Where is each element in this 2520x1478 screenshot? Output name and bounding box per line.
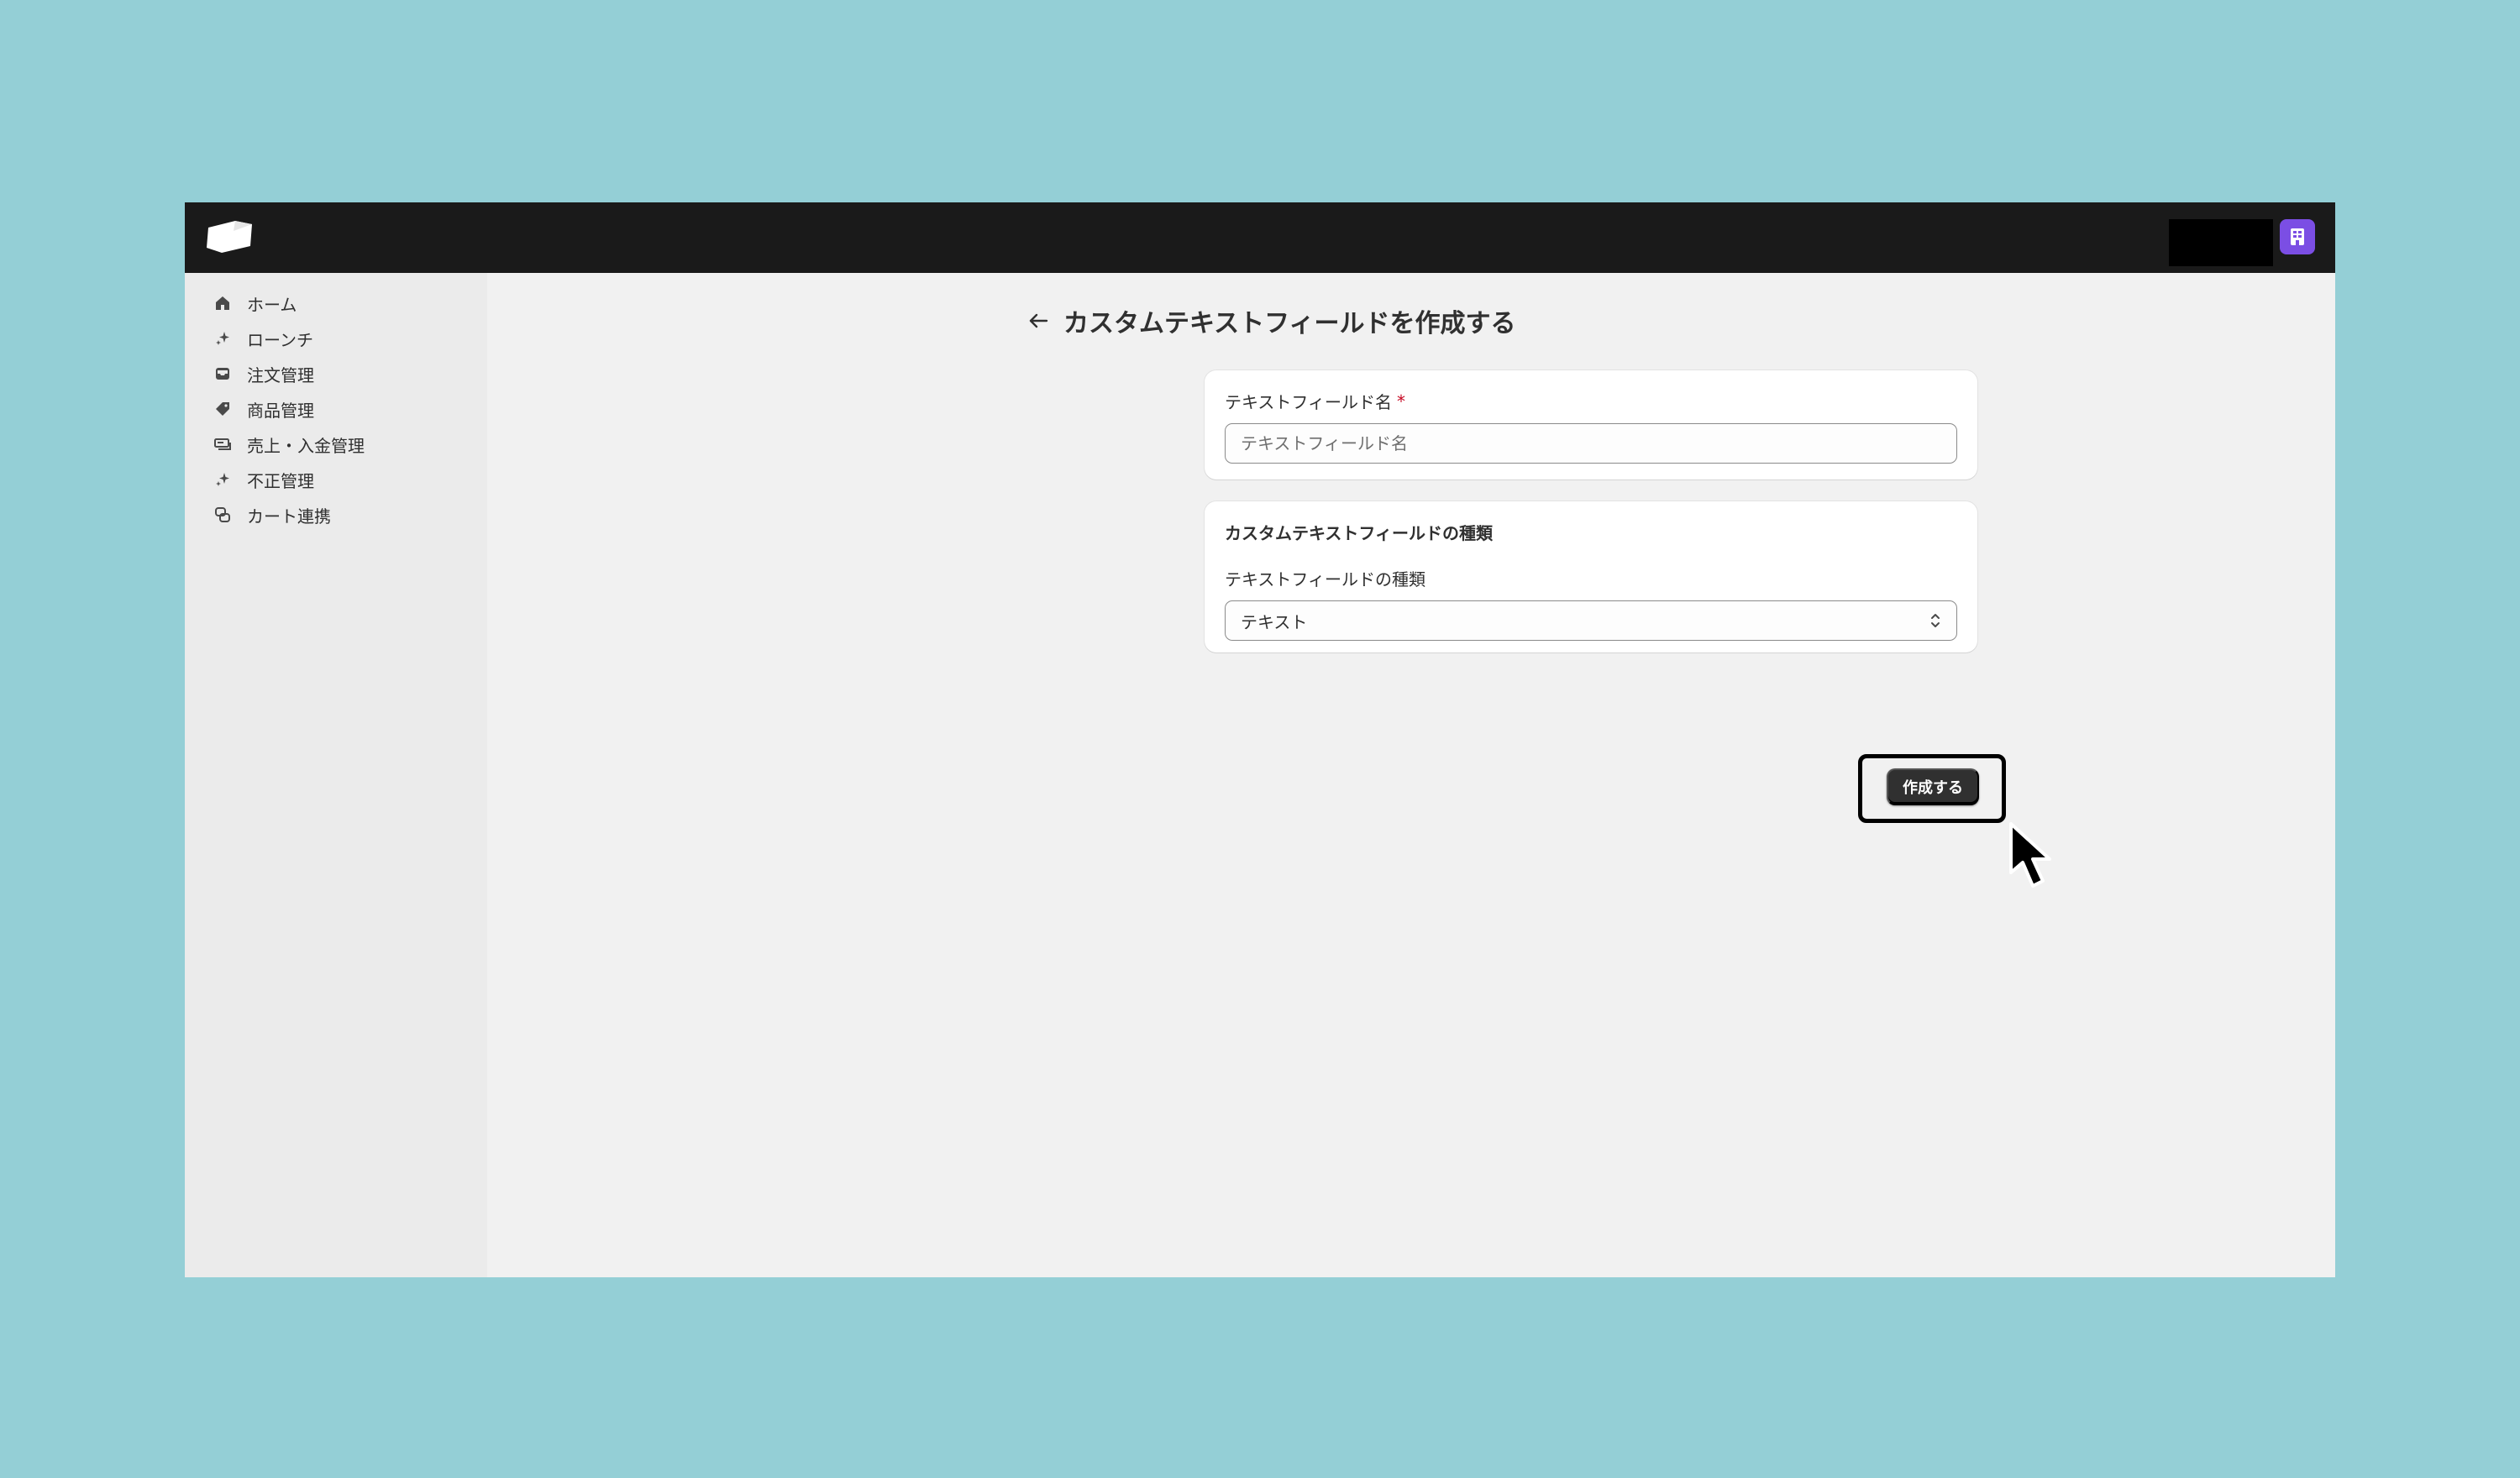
inbox-icon xyxy=(213,364,232,383)
tag-icon xyxy=(213,400,232,418)
page-header: カスタムテキストフィールドを作成する xyxy=(1025,300,1516,342)
required-mark: * xyxy=(1397,390,1405,411)
sidebar-item-sales[interactable]: 売上・入金管理 xyxy=(200,427,472,461)
field-name-input[interactable] xyxy=(1225,423,1957,464)
sidebar-item-label: ローンチ xyxy=(247,329,313,350)
store-avatar[interactable] xyxy=(2280,219,2315,254)
sidebar-item-cart-integration[interactable]: カート連携 xyxy=(200,498,472,532)
sparkle-icon xyxy=(213,329,232,348)
field-type-select[interactable]: テキスト xyxy=(1225,600,1957,641)
sidebar-item-launch[interactable]: ローンチ xyxy=(200,322,472,355)
sidebar-item-fraud[interactable]: 不正管理 xyxy=(200,463,472,496)
app-window: ホーム ローンチ 注文管理 商品管理 売上・入金管理 不正管理 カート連携 カス… xyxy=(185,202,2335,1277)
select-chevron-icon xyxy=(1931,614,1940,627)
sidebar-item-label: 売上・入金管理 xyxy=(247,435,365,456)
top-bar xyxy=(185,202,2335,273)
sidebar-item-label: カート連携 xyxy=(247,506,331,527)
sidebar-item-label: 不正管理 xyxy=(247,470,314,491)
sidebar: ホーム ローンチ 注文管理 商品管理 売上・入金管理 不正管理 カート連携 xyxy=(185,273,487,1277)
field-type-selected-value: テキスト xyxy=(1241,611,1308,632)
sidebar-item-orders[interactable]: 注文管理 xyxy=(200,357,472,390)
main-content: カスタムテキストフィールドを作成する テキストフィールド名 * カスタムテキスト… xyxy=(487,273,2335,1277)
sparkle-icon xyxy=(213,470,232,489)
store-name-redacted[interactable] xyxy=(2169,219,2273,266)
sidebar-item-home[interactable]: ホーム xyxy=(200,286,472,320)
field-name-card: テキストフィールド名 * xyxy=(1205,370,1977,480)
field-name-label: テキストフィールド名 * xyxy=(1225,389,1957,413)
field-type-section-title: カスタムテキストフィールドの種類 xyxy=(1225,523,1493,543)
field-name-label-text: テキストフィールド名 xyxy=(1225,392,1392,412)
back-arrow-icon[interactable] xyxy=(1025,307,1052,334)
sidebar-item-label: 注文管理 xyxy=(247,364,314,385)
field-type-card: カスタムテキストフィールドの種類 テキストフィールドの種類 テキスト xyxy=(1205,501,1977,653)
link-icon xyxy=(213,506,232,524)
money-icon xyxy=(213,435,232,453)
sidebar-item-products[interactable]: 商品管理 xyxy=(200,392,472,426)
building-icon xyxy=(2291,228,2304,245)
shopping-bag-logo[interactable] xyxy=(205,219,255,254)
sidebar-item-label: 商品管理 xyxy=(247,400,314,421)
create-button[interactable]: 作成する xyxy=(1887,768,1979,805)
home-icon xyxy=(213,294,232,312)
field-type-label: テキストフィールドの種類 xyxy=(1225,569,1425,590)
page-title: カスタムテキストフィールドを作成する xyxy=(1063,309,1516,338)
sidebar-item-label: ホーム xyxy=(247,294,297,315)
mouse-cursor-icon xyxy=(2009,822,2051,888)
